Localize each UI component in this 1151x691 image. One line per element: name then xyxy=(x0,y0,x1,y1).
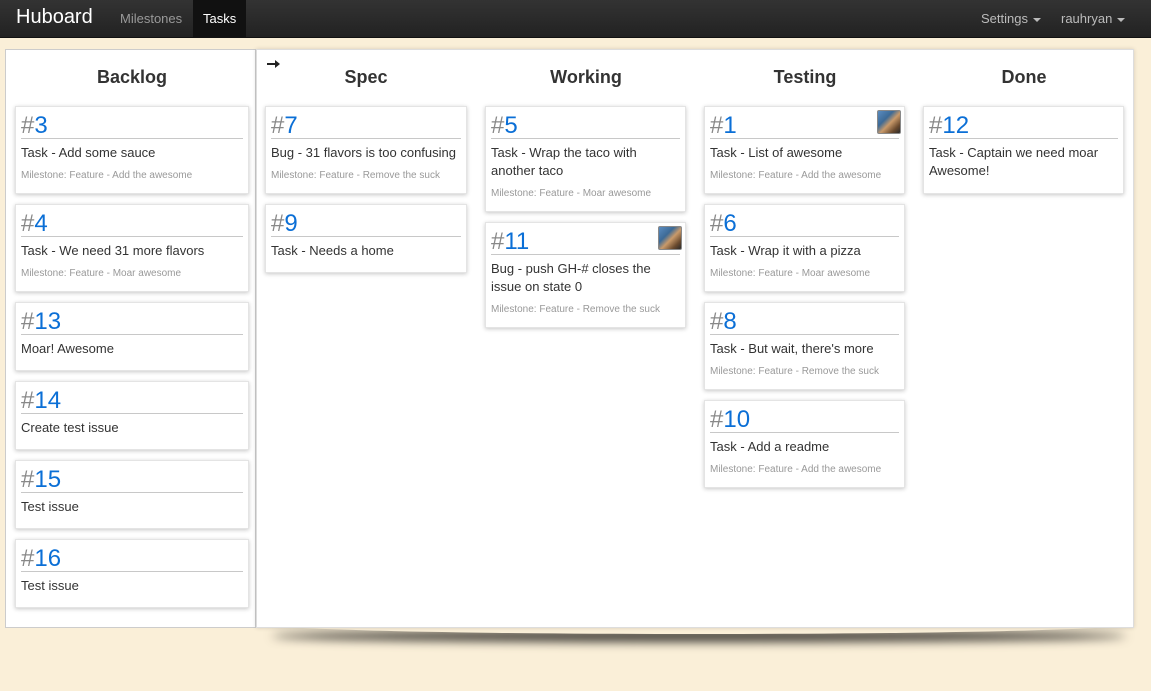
issue-number[interactable]: #3 xyxy=(21,111,243,139)
issue-card[interactable]: #7 Bug - 31 flavors is too confusing Mil… xyxy=(265,106,467,194)
issue-card[interactable]: #3 Task - Add some sauce Milestone: Feat… xyxy=(15,106,249,194)
issue-title: Bug - 31 flavors is too confusing xyxy=(271,145,456,160)
issue-card[interactable]: #11 Bug - push GH-# closes the issue on … xyxy=(485,222,686,328)
issue-milestone: Milestone: Feature - Add the awesome xyxy=(21,170,193,181)
issue-milestone: Milestone: Feature - Moar awesome xyxy=(491,188,652,199)
user-menu[interactable]: rauhryan xyxy=(1051,0,1135,38)
issue-title: Task - Needs a home xyxy=(271,243,394,258)
assignee-avatar[interactable] xyxy=(877,110,901,134)
caret-down-icon xyxy=(1117,17,1126,22)
column-title-backlog: Backlog xyxy=(96,67,168,87)
issue-number[interactable]: #13 xyxy=(21,307,243,335)
column-title-done: Done xyxy=(1001,67,1047,87)
caret-down-icon xyxy=(1032,17,1041,22)
issue-card[interactable]: #6 Task - Wrap it with a pizza Milestone… xyxy=(704,204,905,292)
settings-label: Settings xyxy=(981,11,1028,26)
issue-title: Task - But wait, there's more xyxy=(710,341,874,356)
username-label: rauhryan xyxy=(1061,11,1113,26)
issue-card[interactable]: #9 Task - Needs a home xyxy=(265,204,467,273)
nav-milestones[interactable]: Milestones xyxy=(110,0,192,38)
issue-milestone: Milestone: Feature - Remove the suck xyxy=(710,366,879,377)
issue-card[interactable]: #14 Create test issue xyxy=(15,381,249,450)
issue-title: Test issue xyxy=(21,578,79,593)
issue-milestone: Milestone: Feature - Remove the suck xyxy=(491,304,660,315)
column-title-working: Working xyxy=(550,67,622,87)
issue-number[interactable]: #12 xyxy=(929,111,1118,139)
column-title-testing: Testing xyxy=(773,67,837,87)
settings-dropdown[interactable]: Settings xyxy=(971,0,1051,38)
issue-number[interactable]: #7 xyxy=(271,111,461,139)
nav-tasks[interactable]: Tasks xyxy=(193,0,247,38)
issue-card[interactable]: #8 Task - But wait, there's more Milesto… xyxy=(704,302,905,390)
issue-title: Task - Captain we need moar Awesome! xyxy=(929,145,1099,178)
issue-card[interactable]: #10 Task - Add a readme Milestone: Featu… xyxy=(704,400,905,488)
column-title-spec: Spec xyxy=(344,67,388,87)
issue-title: Bug - push GH-# closes the issue on stat… xyxy=(491,261,651,294)
issue-number[interactable]: #14 xyxy=(21,386,243,414)
issue-title: Moar! Awesome xyxy=(21,341,114,356)
issue-card[interactable]: #5 Task - Wrap the taco with another tac… xyxy=(485,106,686,212)
brand-logo[interactable]: Huboard xyxy=(16,6,93,29)
issue-milestone: Milestone: Feature - Moar awesome xyxy=(21,268,182,279)
issue-milestone: Milestone: Feature - Add the awesome xyxy=(710,170,882,181)
issue-title: Task - Wrap it with a pizza xyxy=(710,243,861,258)
issue-title: Task - Add some sauce xyxy=(21,145,156,160)
issue-milestone: Milestone: Feature - Moar awesome xyxy=(710,268,871,279)
issue-card[interactable]: #13 Moar! Awesome xyxy=(15,302,249,371)
issue-number[interactable]: #1 xyxy=(710,111,899,139)
top-navbar: Huboard Milestones Tasks Settings rauhry… xyxy=(0,0,1151,38)
issue-card[interactable]: #1 Task - List of awesome Milestone: Fea… xyxy=(704,106,905,194)
issue-number[interactable]: #15 xyxy=(21,465,243,493)
issue-card[interactable]: #4 Task - We need 31 more flavors Milest… xyxy=(15,204,249,292)
issue-card[interactable]: #15 Test issue xyxy=(15,460,249,529)
issue-number[interactable]: #8 xyxy=(710,307,899,335)
issue-number[interactable]: #6 xyxy=(710,209,899,237)
issue-number[interactable]: #5 xyxy=(491,111,680,139)
issue-title: Task - Add a readme xyxy=(710,439,830,454)
issue-card[interactable]: #12 Task - Captain we need moar Awesome! xyxy=(923,106,1124,194)
issue-card[interactable]: #16 Test issue xyxy=(15,539,249,608)
assignee-avatar[interactable] xyxy=(658,226,682,250)
issue-title: Task - List of awesome xyxy=(710,145,843,160)
issue-number[interactable]: #11 xyxy=(491,227,680,255)
issue-number[interactable]: #10 xyxy=(710,405,899,433)
issue-milestone: Milestone: Feature - Add the awesome xyxy=(710,464,882,475)
issue-number[interactable]: #16 xyxy=(21,544,243,572)
issue-milestone: Milestone: Feature - Remove the suck xyxy=(271,170,440,181)
issue-title: Task - Wrap the taco with another taco xyxy=(491,145,637,178)
issue-title: Task - We need 31 more flavors xyxy=(21,243,205,258)
issue-title: Create test issue xyxy=(21,420,119,435)
issue-number[interactable]: #9 xyxy=(271,209,461,237)
issue-title: Test issue xyxy=(21,499,79,514)
issue-number[interactable]: #4 xyxy=(21,209,243,237)
